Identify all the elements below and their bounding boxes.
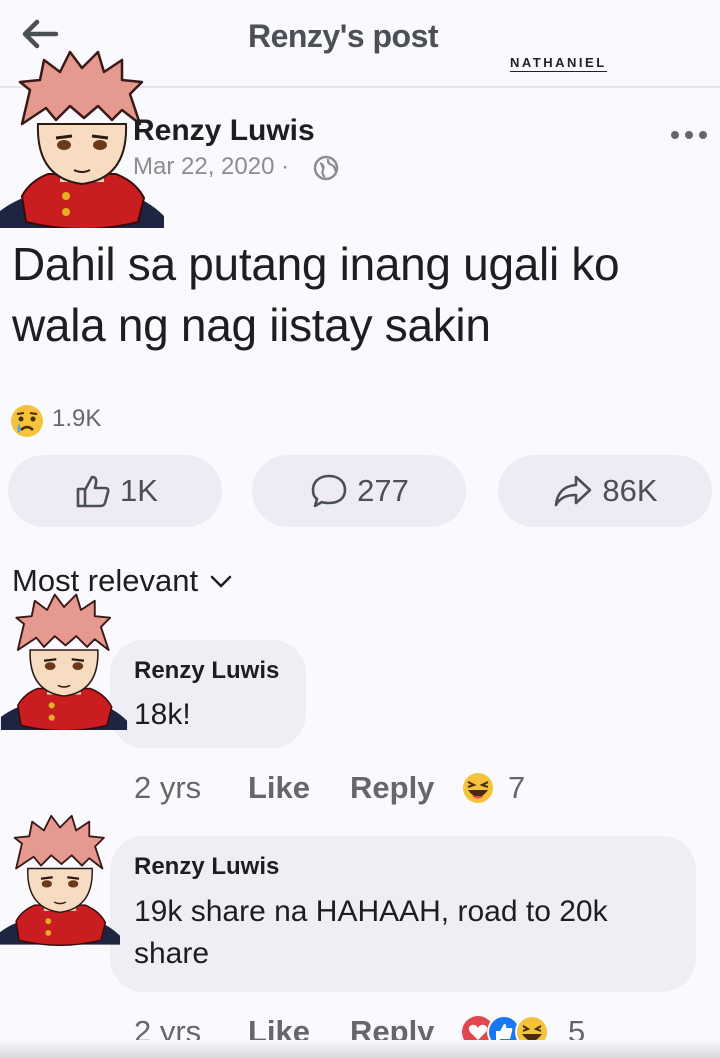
share-button[interactable]: 86K [498,455,712,527]
comment-count: 277 [357,473,409,508]
post-text: Dahil sa putang inang ugali ko wala ng n… [12,238,620,351]
avatar[interactable] [0,590,128,730]
like-button[interactable]: 1K [8,455,222,527]
sad-face-icon[interactable] [8,402,46,440]
comment-bubble-icon [311,474,347,508]
reaction-count[interactable]: 1.9K [52,405,101,433]
comment-timestamp: 2 yrs [134,770,202,805]
laughing-face-icon[interactable] [460,770,496,806]
post-date: Mar 22, 2020 · [133,153,290,180]
comment-reaction-count: 7 [508,770,526,805]
comment-author[interactable]: Renzy Luwis [134,853,279,881]
comment-button[interactable]: 277 [252,455,466,527]
comment-text: 18k! [134,698,191,731]
chevron-down-icon [210,575,232,588]
post-author[interactable]: Renzy Luwis [133,114,315,148]
bottom-edge-shade [0,1040,720,1058]
comment-text: 19k share na HAHAAH, road to 20k share [134,895,608,970]
comment-like-button[interactable]: Like [248,770,310,806]
like-count: 1K [120,473,158,508]
thumbs-up-icon [76,475,110,508]
comment-author[interactable]: Renzy Luwis [134,657,279,685]
more-options-icon[interactable] [668,127,710,143]
share-count: 86K [602,473,658,508]
comment-reply-button[interactable]: Reply [350,770,434,806]
share-arrow-icon [555,475,592,507]
avatar[interactable] [0,808,120,948]
watermark: NATHANIEL [510,55,607,72]
globe-icon [313,155,339,181]
